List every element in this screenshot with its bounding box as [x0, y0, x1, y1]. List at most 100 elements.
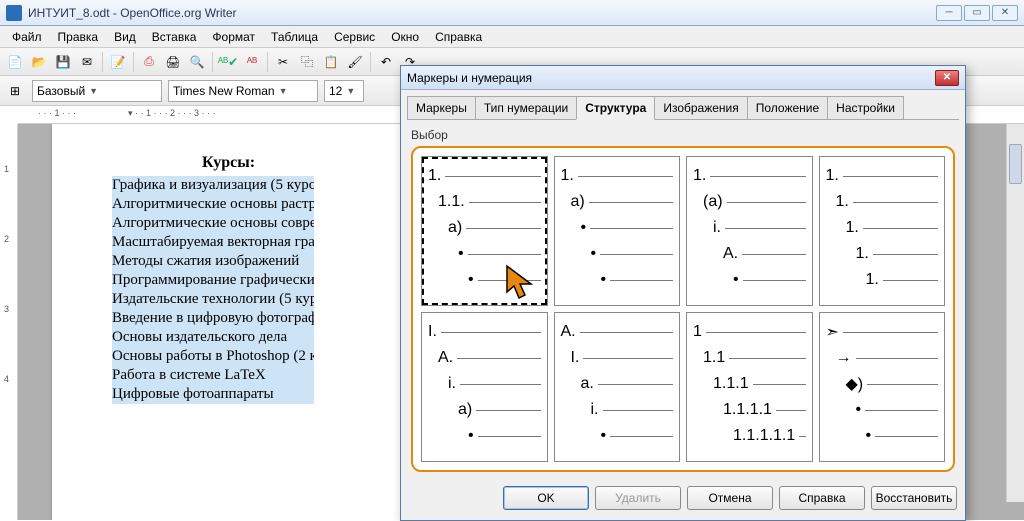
new-doc-button[interactable]: 📄	[4, 51, 26, 73]
outline-option[interactable]: 1.1.1.1.1.	[819, 156, 946, 306]
document-line[interactable]: Программирование графических процессоров	[112, 271, 314, 290]
dialog-tab[interactable]: Структура	[576, 96, 655, 120]
window-close-button[interactable]: ✕	[992, 5, 1018, 21]
cut-button[interactable]: ✂	[272, 51, 294, 73]
outline-level-label: 1.	[856, 245, 869, 263]
vertical-scrollbar[interactable]	[1006, 124, 1024, 502]
copy-button[interactable]: ⿻	[296, 51, 318, 73]
menu-help[interactable]: Справка	[427, 28, 490, 46]
outline-level-label: (a)	[703, 193, 723, 211]
open-button[interactable]: 📂	[28, 51, 50, 73]
menu-view[interactable]: Вид	[106, 28, 144, 46]
outline-level-label: I.	[571, 349, 580, 367]
outline-option[interactable]: 1.(a)i.A.•	[686, 156, 813, 306]
outline-level-label: a)	[571, 193, 585, 211]
dialog-tab[interactable]: Положение	[747, 96, 828, 119]
ok-button[interactable]: OK	[503, 486, 589, 510]
chevron-down-icon: ▼	[89, 86, 98, 96]
outline-level-label: a.	[581, 375, 594, 393]
menu-insert[interactable]: Вставка	[144, 28, 205, 46]
menu-table[interactable]: Таблица	[263, 28, 326, 46]
dialog-title: Маркеры и нумерация	[407, 71, 935, 85]
preview-button[interactable]: 🔍	[186, 51, 208, 73]
outline-option[interactable]: I.A.i.a)•	[421, 312, 548, 462]
dialog-body: Выбор 1.1.1.a)••1.a)•••1.(a)i.A.•1.1.1.1…	[407, 119, 959, 476]
outline-option[interactable]: A.I.a.i.•	[554, 312, 681, 462]
vertical-ruler[interactable]: 1 2 3 4	[0, 124, 18, 520]
outline-level-label: i.	[713, 219, 721, 237]
outline-level-label: •	[601, 271, 607, 289]
window-maximize-button[interactable]: ▭	[964, 5, 990, 21]
outline-option[interactable]: ➣→◆)••	[819, 312, 946, 462]
outline-level-label: 1.	[836, 193, 849, 211]
spellcheck-button[interactable]: ᴬᴮ✔	[217, 51, 239, 73]
menu-file[interactable]: Файл	[4, 28, 50, 46]
menu-edit[interactable]: Правка	[50, 28, 107, 46]
dialog-tab[interactable]: Маркеры	[407, 96, 476, 119]
reset-button[interactable]: Восстановить	[871, 486, 957, 510]
outline-level-label: i.	[448, 375, 456, 393]
outline-option[interactable]: 1.a)•••	[554, 156, 681, 306]
outline-option[interactable]: 11.11.1.11.1.1.11.1.1.1.1	[686, 312, 813, 462]
menu-bar: Файл Правка Вид Вставка Формат Таблица С…	[0, 26, 1024, 48]
dialog-close-button[interactable]: ✕	[935, 70, 959, 86]
email-button[interactable]: ✉	[76, 51, 98, 73]
outline-level-label: 1.1.1	[713, 375, 749, 393]
paragraph-style-combo[interactable]: Базовый ▼	[32, 80, 162, 102]
print-button[interactable]: 🖨	[162, 51, 184, 73]
dialog-tab[interactable]: Настройки	[827, 96, 904, 119]
help-button[interactable]: Справка	[779, 486, 865, 510]
scrollbar-thumb[interactable]	[1009, 144, 1022, 184]
outline-level-label: 1.	[428, 167, 441, 185]
outline-level-label: •	[856, 401, 862, 419]
outline-level-label: 1.	[846, 219, 859, 237]
edit-button[interactable]: 📝	[107, 51, 129, 73]
cancel-button[interactable]: Отмена	[687, 486, 773, 510]
document-line[interactable]: Работа в системе LaTeX	[112, 366, 314, 385]
outline-option[interactable]: 1.1.1.a)••	[421, 156, 548, 306]
auto-spellcheck-button[interactable]: ᴬᴮ	[241, 51, 263, 73]
outline-level-label: ◆)	[846, 374, 864, 394]
outline-grid: 1.1.1.a)••1.a)•••1.(a)i.A.•1.1.1.1.1.I.A…	[411, 146, 955, 472]
outline-level-label: A.	[438, 349, 453, 367]
document-line[interactable]: Графика и визуализация (5 курсов)	[112, 176, 314, 195]
font-size-combo[interactable]: 12 ▼	[324, 80, 364, 102]
dialog-button-bar: OK Удалить Отмена Справка Восстановить	[401, 476, 965, 520]
delete-button[interactable]: Удалить	[595, 486, 681, 510]
outline-level-label: •	[458, 245, 464, 263]
font-name-combo[interactable]: Times New Roman ▼	[168, 80, 318, 102]
styles-window-button[interactable]: ⊞	[4, 80, 26, 102]
save-button[interactable]: 💾	[52, 51, 74, 73]
document-line[interactable]: Масштабируемая векторная графика	[112, 233, 314, 252]
outline-level-label: A.	[723, 245, 738, 263]
outline-level-label: I.	[428, 323, 437, 341]
app-icon	[6, 5, 22, 21]
undo-button[interactable]: ↶	[375, 51, 397, 73]
window-titlebar: ИНТУИТ_8.odt - OpenOffice.org Writer ─ ▭…	[0, 0, 1024, 26]
document-line[interactable]: Основы работы в Photoshop (2 курса)	[112, 347, 314, 366]
dialog-tab[interactable]: Тип нумерации	[475, 96, 577, 119]
outline-level-label: •	[468, 427, 474, 445]
paragraph-style-value: Базовый	[37, 84, 85, 98]
document-line[interactable]: Издательские технологии (5 курсов)	[112, 290, 314, 309]
menu-window[interactable]: Окно	[383, 28, 427, 46]
document-line[interactable]: Алгоритмические основы растровой графики	[112, 195, 314, 214]
document-line[interactable]: Цифровые фотоаппараты	[112, 385, 314, 404]
dialog-titlebar[interactable]: Маркеры и нумерация ✕	[401, 66, 965, 90]
dialog-tab[interactable]: Изображения	[654, 96, 747, 119]
outline-level-label: •	[468, 271, 474, 289]
font-name-value: Times New Roman	[173, 84, 275, 98]
document-line[interactable]: Методы сжатия изображений	[112, 252, 314, 271]
document-line[interactable]: Введение в цифровую фотографию	[112, 309, 314, 328]
outline-level-label: 1	[693, 323, 702, 341]
menu-format[interactable]: Формат	[204, 28, 263, 46]
document-line[interactable]: Основы издательского дела	[112, 328, 314, 347]
menu-tools[interactable]: Сервис	[326, 28, 383, 46]
outline-level-label: 1.	[826, 167, 839, 185]
document-line[interactable]: Алгоритмические основы современной графи…	[112, 214, 314, 233]
window-minimize-button[interactable]: ─	[936, 5, 962, 21]
export-pdf-button[interactable]: ⎙	[138, 51, 160, 73]
outline-level-label: A.	[561, 323, 576, 341]
format-paintbrush-button[interactable]: 🖌	[344, 51, 366, 73]
paste-button[interactable]: 📋	[320, 51, 342, 73]
